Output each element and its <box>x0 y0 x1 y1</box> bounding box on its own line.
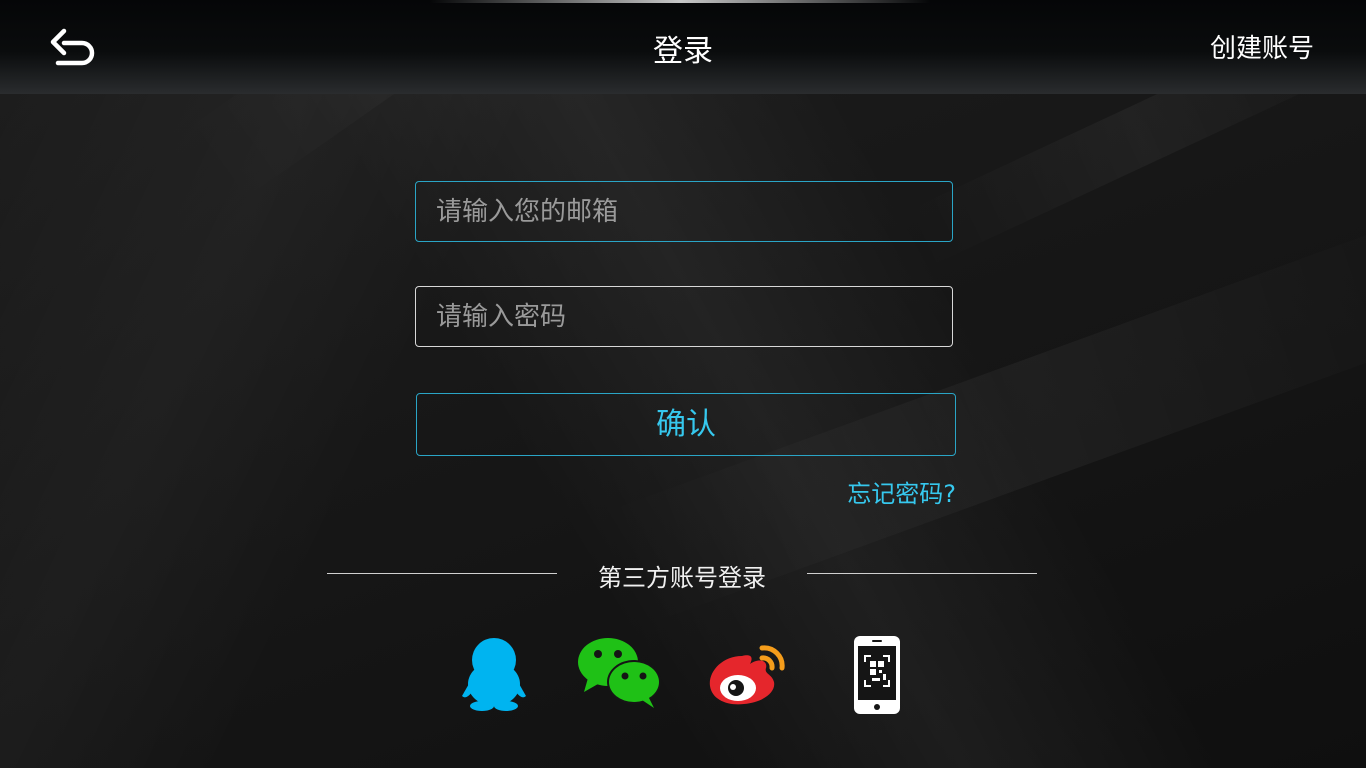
qq-login-button[interactable] <box>458 634 530 718</box>
password-input[interactable] <box>415 286 953 347</box>
qq-icon <box>462 638 526 711</box>
forgot-password-link[interactable]: 忘记密码? <box>847 474 956 509</box>
divider-left <box>327 573 557 574</box>
qr-login-button[interactable] <box>848 634 904 718</box>
create-account-link[interactable]: 创建账号 <box>1210 28 1314 65</box>
wechat-icon <box>578 638 661 708</box>
third-party-label: 第三方账号登录 <box>598 564 766 592</box>
weibo-login-button[interactable] <box>706 634 790 718</box>
top-glow <box>430 0 930 3</box>
phone-qr-icon <box>854 636 900 714</box>
page-title: 登录 <box>653 34 713 69</box>
confirm-button[interactable]: 确认 <box>416 393 956 456</box>
email-input[interactable] <box>415 181 953 242</box>
wechat-login-button[interactable] <box>576 634 666 718</box>
weibo-icon <box>709 645 785 705</box>
divider-right <box>807 573 1037 574</box>
